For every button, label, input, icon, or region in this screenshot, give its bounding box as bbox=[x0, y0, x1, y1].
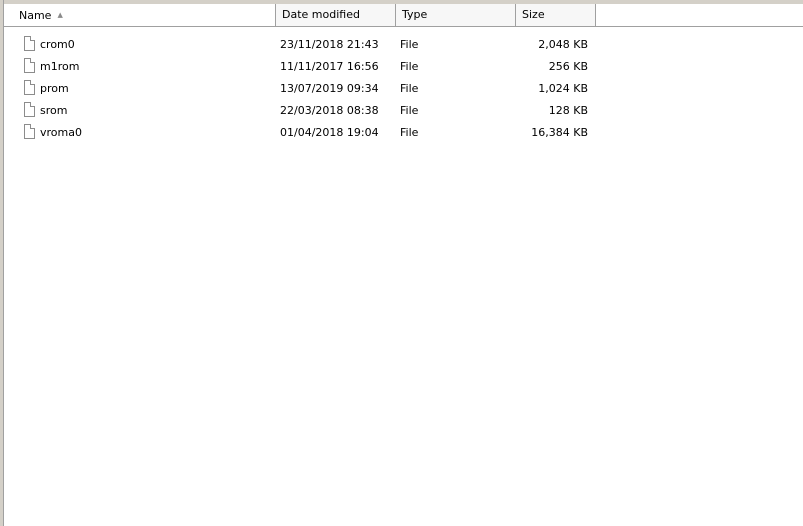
file-type: File bbox=[400, 38, 419, 51]
column-header-size-label: Size bbox=[522, 8, 545, 21]
file-icon bbox=[24, 102, 35, 117]
file-name: srom bbox=[40, 104, 68, 117]
file-date-modified: 11/11/2017 16:56 bbox=[280, 60, 379, 73]
file-type: File bbox=[400, 60, 419, 73]
file-date-modified: 22/03/2018 08:38 bbox=[280, 104, 379, 117]
file-size: 128 KB bbox=[548, 104, 588, 117]
column-header-name-label: Name bbox=[19, 9, 52, 22]
file-size: 2,048 KB bbox=[538, 38, 588, 51]
column-header-name[interactable]: Name ▲ bbox=[4, 4, 276, 26]
file-type: File bbox=[400, 126, 419, 139]
file-row[interactable]: prom 13/07/2019 09:34 File 1,024 KB bbox=[4, 78, 803, 100]
column-header-bar: Name ▲ Date modified Type Size bbox=[4, 4, 803, 27]
file-icon bbox=[24, 80, 35, 95]
file-name: vroma0 bbox=[40, 126, 82, 139]
file-date-modified: 23/11/2018 21:43 bbox=[280, 38, 379, 51]
file-name: prom bbox=[40, 82, 69, 95]
file-list: crom0 23/11/2018 21:43 File 2,048 KB m1r… bbox=[4, 34, 803, 144]
column-header-date-modified[interactable]: Date modified bbox=[276, 4, 396, 26]
column-header-filler bbox=[596, 4, 803, 26]
file-type: File bbox=[400, 82, 419, 95]
file-icon bbox=[24, 124, 35, 139]
file-size: 1,024 KB bbox=[538, 82, 588, 95]
column-header-type[interactable]: Type bbox=[396, 4, 516, 26]
column-header-size[interactable]: Size bbox=[516, 4, 596, 26]
file-date-modified: 13/07/2019 09:34 bbox=[280, 82, 379, 95]
file-row[interactable]: crom0 23/11/2018 21:43 File 2,048 KB bbox=[4, 34, 803, 56]
file-type: File bbox=[400, 104, 419, 117]
column-header-type-label: Type bbox=[402, 8, 428, 21]
file-size: 256 KB bbox=[548, 60, 588, 73]
file-icon bbox=[24, 58, 35, 73]
file-name: crom0 bbox=[40, 38, 75, 51]
file-explorer-window: Name ▲ Date modified Type Size crom0 23/1… bbox=[0, 0, 803, 526]
file-row[interactable]: vroma0 01/04/2018 19:04 File 16,384 KB bbox=[4, 122, 803, 144]
file-row[interactable]: srom 22/03/2018 08:38 File 128 KB bbox=[4, 100, 803, 122]
column-header-date-label: Date modified bbox=[282, 8, 360, 21]
file-date-modified: 01/04/2018 19:04 bbox=[280, 126, 379, 139]
file-icon bbox=[24, 36, 35, 51]
file-name: m1rom bbox=[40, 60, 80, 73]
file-row[interactable]: m1rom 11/11/2017 16:56 File 256 KB bbox=[4, 56, 803, 78]
sort-ascending-icon: ▲ bbox=[57, 11, 63, 19]
file-size: 16,384 KB bbox=[531, 126, 588, 139]
